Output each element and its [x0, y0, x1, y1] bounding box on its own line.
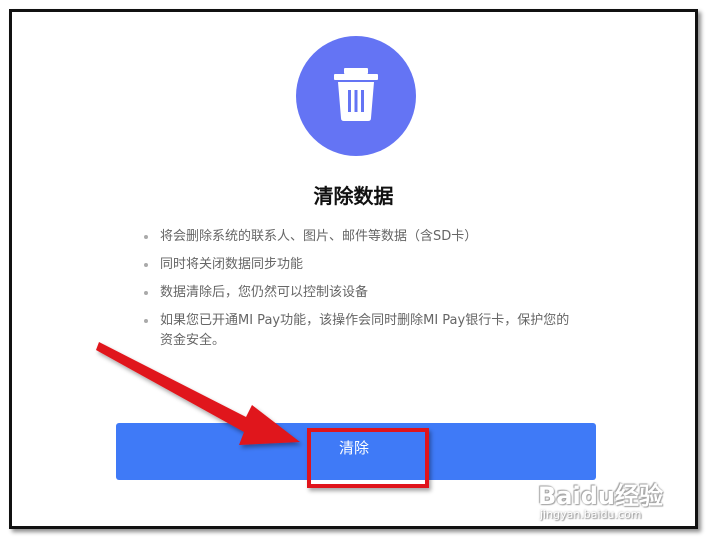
watermark-url: jingyan.baidu.com: [540, 508, 642, 521]
watermark-brand: Baidu经验: [538, 482, 663, 510]
screenshot-frame: 清除数据 将会删除系统的联系人、图片、邮件等数据（含SD卡） 同时将关闭数据同步…: [9, 9, 698, 529]
annotation-arrow: [96, 342, 300, 445]
baidu-watermark: Baidu经验 jingyan.baidu.com: [538, 476, 688, 526]
